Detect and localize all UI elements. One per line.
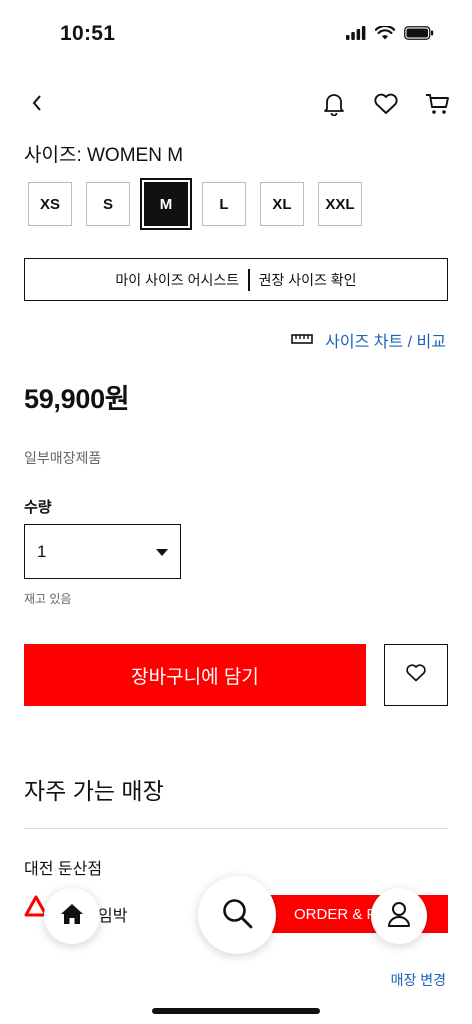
recommend-size-button[interactable]: 권장 사이즈 확인	[259, 270, 357, 290]
bell-icon[interactable]	[318, 88, 350, 120]
status-icons	[346, 24, 434, 45]
size-option-s[interactable]: S	[86, 182, 130, 226]
size-option-xxl[interactable]: XXL	[318, 182, 362, 226]
account-button[interactable]	[371, 888, 427, 944]
size-selector: XS S M L XL XXL	[28, 178, 362, 230]
store-name: 대전 둔산점	[24, 861, 103, 878]
nav-actions	[318, 88, 454, 120]
size-option-m[interactable]: M	[140, 178, 192, 230]
store-availability-note: 일부매장제품	[24, 450, 102, 466]
quantity-value: 1	[37, 541, 47, 561]
my-size-assist-button[interactable]: 마이 사이즈 어시스트	[115, 270, 239, 290]
size-assist-bar: 마이 사이즈 어시스트 권장 사이즈 확인	[24, 258, 448, 301]
stock-status: 재고 있음	[24, 592, 72, 606]
stock-alert-text: 임박	[98, 908, 128, 925]
quantity-label: 수량	[24, 499, 52, 516]
signal-icon	[346, 26, 366, 45]
home-icon	[60, 903, 84, 930]
favorite-stores-title: 자주 가는 매장	[24, 778, 164, 804]
home-button[interactable]	[44, 888, 100, 944]
assist-divider	[248, 268, 250, 291]
heart-icon[interactable]	[370, 88, 402, 120]
size-option-xl[interactable]: XL	[260, 182, 304, 226]
product-price: 59,900원	[24, 384, 130, 414]
size-label: 사이즈: WOMEN M	[24, 145, 184, 166]
top-nav	[0, 84, 472, 124]
search-icon	[221, 897, 253, 934]
caret-down-icon	[156, 549, 168, 556]
battery-icon	[404, 26, 434, 45]
status-time: 10:51	[60, 22, 116, 45]
ruler-icon	[291, 331, 313, 349]
user-icon	[387, 901, 411, 932]
home-indicator	[152, 1008, 320, 1014]
status-bar: 10:51	[0, 0, 472, 70]
wishlist-button[interactable]	[384, 644, 448, 706]
cart-icon[interactable]	[422, 88, 454, 120]
search-button[interactable]	[198, 876, 276, 954]
size-option-xs[interactable]: XS	[28, 182, 72, 226]
add-to-cart-button[interactable]: 장바구니에 담기	[24, 644, 366, 706]
size-option-l[interactable]: L	[202, 182, 246, 226]
change-store-link[interactable]: 매장 변경	[391, 970, 446, 990]
quantity-select[interactable]: 1	[24, 524, 181, 579]
heart-icon	[405, 663, 427, 688]
size-chart-label: 사이즈 차트 / 비교	[325, 334, 446, 351]
size-chart-link[interactable]: 사이즈 차트 / 비교	[291, 328, 446, 352]
wifi-icon	[374, 24, 396, 45]
back-chevron-icon[interactable]	[22, 88, 52, 118]
section-divider	[24, 828, 448, 829]
